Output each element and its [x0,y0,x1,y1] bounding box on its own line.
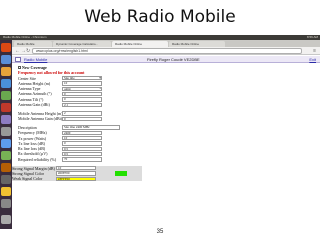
center-site-select[interactable]: Site title [62,76,102,81]
app-icon[interactable] [1,187,11,196]
antenna-height-input[interactable]: 10 [62,81,102,86]
app-launcher [0,40,12,229]
antenna-azimuth-input[interactable]: 0 [62,91,102,97]
tx-power-input[interactable]: 10 [62,136,102,141]
app-icon[interactable] [1,139,11,148]
field-label: Mobile Antenna Gain (dBi) [18,116,63,122]
description-input[interactable]: Site One 2400 MHz [62,125,120,130]
chromium-icon[interactable] [1,79,11,88]
firefox-icon[interactable] [1,67,11,76]
office-icon[interactable] [1,91,11,100]
strong-margin-input[interactable]: 10 [56,166,96,171]
screenshot: Radio Mobile Online - Chromium 8:56 AM R… [0,35,320,229]
trash-icon[interactable] [1,215,11,224]
terminal-icon[interactable] [1,127,11,136]
antenna-gain-input[interactable]: 2.1 [62,102,102,107]
tab-strip: Radio Mobile Dynamic Coverage Calculatio… [12,40,320,47]
tx-line-loss-input[interactable]: 0 [62,141,102,146]
frequency-input[interactable]: 2400 [62,130,102,136]
software-center-icon[interactable] [1,103,11,112]
app-icon[interactable] [1,151,11,160]
field-label: Weak Signal Color [12,176,43,182]
rx-line-loss-input[interactable]: 0.5 [62,146,102,151]
app-header: Radio Mobile Firefly Roger Coudé VE2DBE … [12,56,320,63]
form-row: Mobile Antenna Gain (dBi) 0 [18,116,128,121]
mobile-gain-input[interactable]: 0 [62,116,102,121]
browser-window: Radio Mobile Dynamic Coverage Calculatio… [12,40,320,229]
field-label: Antenna Gain (dBi) [18,102,50,108]
form-row: Antenna Gain (dBi) 2.1 [18,102,128,107]
field-label: Required reliability (%) [18,156,57,162]
app-icon[interactable] [1,199,11,208]
strong-color-input[interactable]: #00FF00 [56,171,96,176]
reload-icon[interactable]: ↻ [26,48,30,54]
new-coverage-checkbox[interactable] [18,66,21,69]
url-input[interactable]: www.cplus.org/rmw/english1.html [32,48,302,54]
web-page: Radio Mobile Firefly Roger Coudé VE2DBE … [12,55,320,229]
strong-color-swatch [115,171,127,176]
exit-link[interactable]: Exit [309,56,316,63]
antenna-type-select[interactable]: omni [62,86,102,91]
address-bar-row: ← → ↻ www.cplus.org/rmw/english1.html ≡ [12,47,320,55]
dash-icon[interactable] [1,43,11,52]
app-icon[interactable] [1,175,11,184]
page-number: 35 [156,229,164,235]
home-icon[interactable] [15,57,21,62]
presentation-slide: Web Radio Mobile Radio Mobile Online - C… [0,0,320,240]
form-row: Weak Signal Color #FFFF00 [12,176,142,182]
form-row: Required reliability (%) 70 [18,157,128,162]
weak-color-input[interactable]: #FFFF00 [56,176,96,181]
settings-icon[interactable] [1,115,11,124]
coverage-form: New Coverage Frequency not allowed for t… [12,65,142,182]
user-name: Firefly Roger Coudé VE2DBE [147,57,200,62]
rx-threshold-input[interactable]: 0.5 [62,151,102,157]
back-icon[interactable]: ← [15,48,20,54]
app-name-link[interactable]: Radio Mobile [24,56,47,63]
app-icon[interactable] [1,163,11,172]
antenna-tilt-input[interactable]: 0 [62,97,102,102]
menu-icon[interactable]: ≡ [313,48,316,54]
mobile-height-input[interactable]: 2 [62,111,102,116]
reliability-input[interactable]: 70 [62,157,102,162]
files-icon[interactable] [1,55,11,64]
slide-title: Web Radio Mobile [84,7,236,27]
